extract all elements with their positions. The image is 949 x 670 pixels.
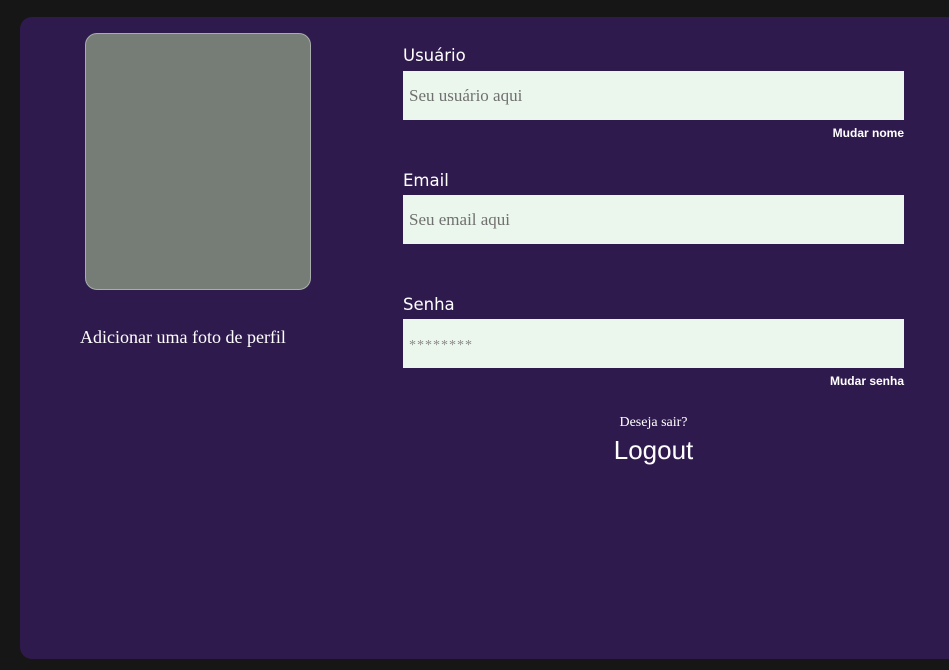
email-input[interactable] — [403, 195, 904, 244]
logout-question: Deseja sair? — [619, 415, 688, 430]
change-name-link[interactable]: Mudar nome — [833, 126, 904, 140]
add-profile-photo-label[interactable]: Adicionar uma foto de perfil — [80, 327, 320, 348]
password-label: Senha — [403, 295, 455, 314]
profile-photo-placeholder[interactable] — [85, 33, 311, 290]
logout-section: Deseja sair? Logout — [403, 415, 904, 466]
username-label: Usuário — [403, 46, 466, 65]
logout-button[interactable]: Logout — [614, 435, 694, 466]
profile-panel: Adicionar uma foto de perfil Usuário Mud… — [20, 17, 949, 659]
change-password-link[interactable]: Mudar senha — [830, 374, 904, 388]
email-label: Email — [403, 171, 449, 190]
username-input[interactable] — [403, 71, 904, 120]
password-input[interactable] — [403, 319, 904, 368]
